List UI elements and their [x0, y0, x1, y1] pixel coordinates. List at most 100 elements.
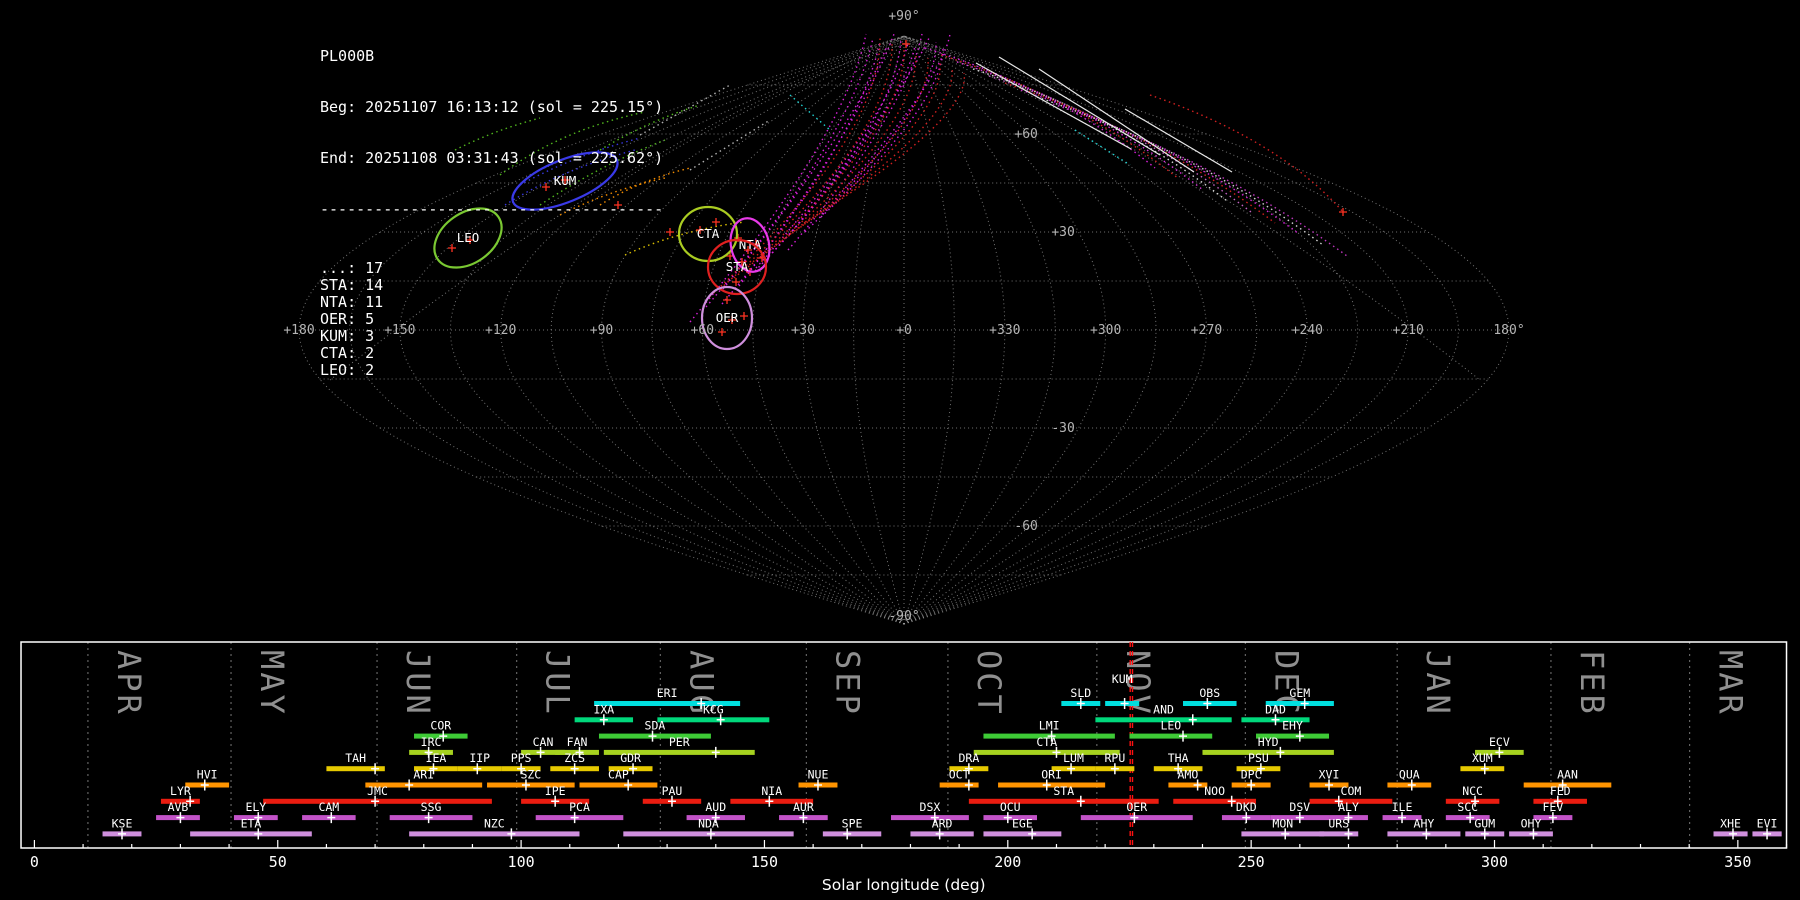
x-axis-title: Solar longitude (deg) [822, 876, 986, 894]
radiant-label-oer: OER [716, 310, 739, 325]
station-id: PL000B [320, 47, 375, 65]
shower-label-rpu: RPU [1104, 751, 1125, 765]
radiant-label-sta: STA [726, 259, 749, 274]
meteor-streak [975, 62, 1132, 150]
meteor-trail [804, 41, 937, 233]
radiant-mark [1339, 208, 1347, 216]
radiant-mark [712, 218, 720, 226]
activity-timeline-plot: APR MAY JUN JUL AUG SEP OCT NOV DEC JAN FEB MARERI S… [20, 641, 1788, 894]
shower-label-tah: TAH [345, 751, 366, 765]
shower-label-xum: XUM [1472, 751, 1493, 765]
meteor-trail [787, 33, 923, 251]
shower-label-ari: ARI [413, 768, 434, 782]
x-tick-label: 250 [1238, 853, 1265, 871]
begin-time: Beg: 20251107 16:13:12 (sol = 225.15°) [320, 98, 664, 116]
info-panel: PL000B Beg: 20251107 16:13:12 (sol = 225… [320, 14, 663, 413]
shower-label-gdr: GDR [620, 751, 641, 765]
meteor-trail [689, 119, 771, 171]
shower-label-cor: COR [430, 719, 451, 733]
shower-label-aan: AAN [1557, 768, 1578, 782]
shower-label-spe: SPE [842, 816, 863, 830]
longitude-label: +270 [1191, 323, 1222, 338]
shower-bar-leo [1129, 733, 1213, 739]
latitude-label: -60 [1014, 519, 1037, 534]
month-label-sep: SEP [828, 650, 866, 717]
shower-label-cap: CAP [608, 768, 629, 782]
shower-label-iip: IIP [469, 751, 490, 765]
shower-label-dad: DAD [1265, 702, 1286, 716]
x-tick-label: 0 [30, 853, 39, 871]
shower-label-dsx: DSX [920, 800, 941, 814]
meteor-trail [789, 94, 831, 131]
shower-label-sda: SDA [645, 719, 666, 733]
shower-bar-eta [190, 831, 312, 837]
shower-label-cam: CAM [318, 800, 339, 814]
x-tick-label: 50 [269, 853, 287, 871]
shower-label-dsv: DSV [1289, 800, 1310, 814]
shower-label-aur: AUR [793, 800, 814, 814]
shower-label-eri: ERI [657, 686, 678, 700]
shower-count-cta: CTA: 2 [320, 344, 375, 362]
shower-label-tha: THA [1168, 751, 1189, 765]
south-pole-label: -90° [888, 609, 919, 624]
shower-count-nta: NTA: 11 [320, 293, 384, 311]
shower-label-noo: NOO [1204, 784, 1225, 798]
shower-bar-cta [973, 749, 1120, 755]
shower-label-aud: AUD [705, 800, 726, 814]
shower-label-pps: PPS [511, 751, 532, 765]
radiant-mark [666, 228, 674, 236]
month-label-apr: APR [110, 650, 148, 717]
shower-peak-tah [371, 763, 380, 775]
shower-count-sta: STA: 14 [320, 276, 384, 294]
meteor-trail [803, 72, 966, 224]
shower-label-fev: FEV [1543, 800, 1564, 814]
shower-label-ege: EGE [1012, 816, 1033, 830]
month-label-may: MAY [253, 650, 291, 717]
meteor-trail [1052, 103, 1348, 257]
x-tick-label: 350 [1724, 853, 1751, 871]
meteor-trail [956, 61, 1204, 191]
shower-label-fed: FED [1550, 784, 1571, 798]
shower-label-sta: STA [1053, 784, 1074, 798]
longitude-label: +300 [1090, 323, 1121, 338]
x-tick-label: 150 [751, 853, 778, 871]
shower-count-other: ...: 17 [320, 259, 384, 277]
meteor-trail [719, 42, 893, 290]
longitude-label: +240 [1292, 323, 1323, 338]
meteor-trail [988, 75, 1252, 213]
shower-label-ehy: EHY [1282, 719, 1303, 733]
shower-bar-cap [579, 782, 658, 788]
meteor-trail [761, 57, 929, 257]
shower-label-and: AND [1153, 702, 1174, 716]
meteor-streak [1038, 68, 1195, 173]
shower-peak-per [711, 746, 720, 758]
latitude-label: -30 [1051, 421, 1074, 436]
shower-label-urs: URS [1328, 816, 1349, 830]
shower-label-lum: LUM [1063, 751, 1084, 765]
shower-label-ipe: IPE [545, 784, 566, 798]
radiant-mark [902, 40, 910, 48]
shower-label-ssg: SSG [421, 800, 442, 814]
meteor-trail [754, 37, 902, 272]
radiant-label-cta: CTA [697, 226, 720, 241]
shower-label-lmi: LMI [1039, 719, 1060, 733]
shower-label-fan: FAN [567, 735, 588, 749]
shower-label-evi: EVI [1757, 816, 1778, 830]
shower-label-ocu: OCU [1000, 800, 1021, 814]
shower-label-amo: AMO [1177, 768, 1198, 782]
shower-label-ahy: AHY [1414, 816, 1435, 830]
latitude-label: +60 [1014, 127, 1037, 142]
shower-label-psu: PSU [1248, 751, 1269, 765]
shower-label-zcs: ZCS [564, 751, 585, 765]
meteor-trail [1149, 94, 1344, 213]
shower-bar-nzc [409, 831, 580, 837]
shower-bar-ori [998, 782, 1106, 788]
shower-label-kse: KSE [112, 816, 133, 830]
shower-label-aly: ALY [1338, 800, 1359, 814]
separator-line: -------------------------------------- [320, 200, 664, 218]
shower-label-leo: LEO [1160, 719, 1181, 733]
shower-peak-nzc [507, 828, 516, 840]
meridian-line [802, 35, 905, 625]
radiant-mark [740, 312, 748, 320]
radiant-mark [723, 296, 731, 304]
